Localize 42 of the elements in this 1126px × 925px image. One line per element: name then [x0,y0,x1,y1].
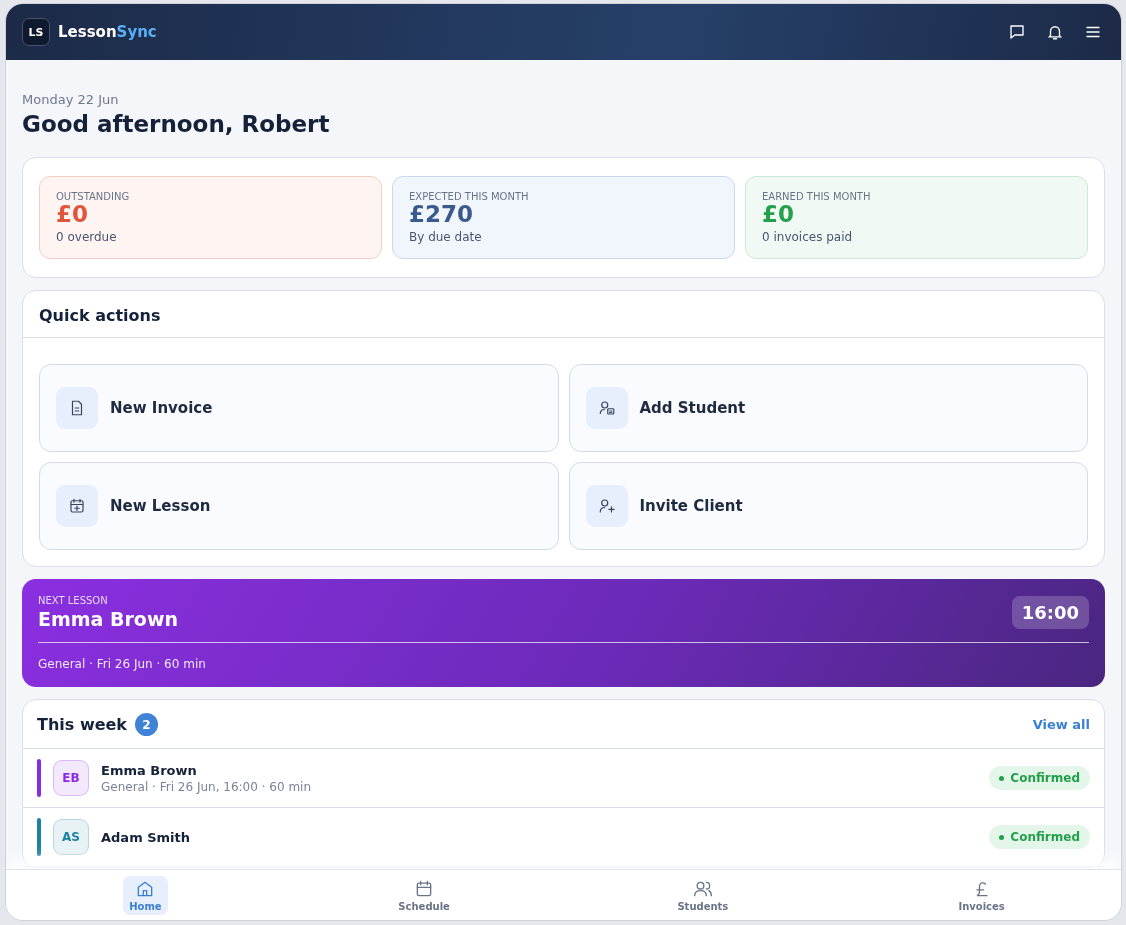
initials-avatar: EB [53,760,89,797]
lesson-row[interactable]: AS Adam Smith Confirmed [23,808,1104,868]
status-badge: Confirmed [989,766,1090,791]
section-title: Quick actions [23,291,1104,339]
status-badge: Confirmed [989,825,1090,850]
initials-avatar: AS [53,819,89,856]
view-all-link[interactable]: View all [1032,717,1090,733]
person-card-icon [597,399,616,418]
next-lesson-card[interactable]: NEXT LESSON Emma Brown 16:00 General · Fri 26 Jun · 60 min [22,579,1105,688]
lesson-row[interactable]: EB Emma Brown General · Fri 26 Jun, 16:00 · 60 min Confirmed [23,749,1104,809]
quick-action-button[interactable]: New Invoice [39,364,559,453]
quick-action-button[interactable]: Invite Client [568,462,1088,551]
quick-action-button[interactable]: Add Student [568,364,1088,453]
student-name: Adam Smith [101,829,192,845]
nav-tab[interactable]: Students [671,875,735,915]
lesson-time: 16:00 [1011,596,1089,630]
stat-note: 0 overdue [56,230,118,245]
nav-tab[interactable]: Invoices [952,875,1011,915]
person-plus-icon [597,497,616,516]
nav-tab[interactable]: Schedule [392,875,456,915]
next-lesson-label: NEXT LESSON [38,595,109,607]
logo-icon: LS [22,18,50,46]
stat-value: £0 [762,202,795,228]
stat-note: By due date [409,230,483,245]
count-badge: 2 [135,713,158,737]
student-name: Emma Brown [38,608,178,631]
stat-value: £270 [409,202,474,228]
calendar-plus-icon [68,497,86,516]
stat-note: 0 invoices paid [762,230,854,245]
lesson-details: General · Fri 26 Jun · 60 min [38,657,207,672]
student-name: Emma Brown [101,762,198,778]
date-text: Monday 22 Jun [22,92,120,107]
section-title: This week [37,715,127,735]
stat-label: EARNED THIS MONTH [762,191,872,202]
lesson-details: General · Fri 26 Jun, 16:00 · 60 min [101,779,313,794]
nav-tab[interactable]: Home [123,875,168,915]
greeting-title: Good afternoon, Robert [22,111,331,137]
quick-action-button[interactable]: New Lesson [39,462,559,551]
stat-value: £0 [56,202,89,228]
stat-label: OUTSTANDING [56,191,131,202]
stat-label: EXPECTED THIS MONTH [409,191,530,202]
app-name: LessonSync [58,23,157,41]
